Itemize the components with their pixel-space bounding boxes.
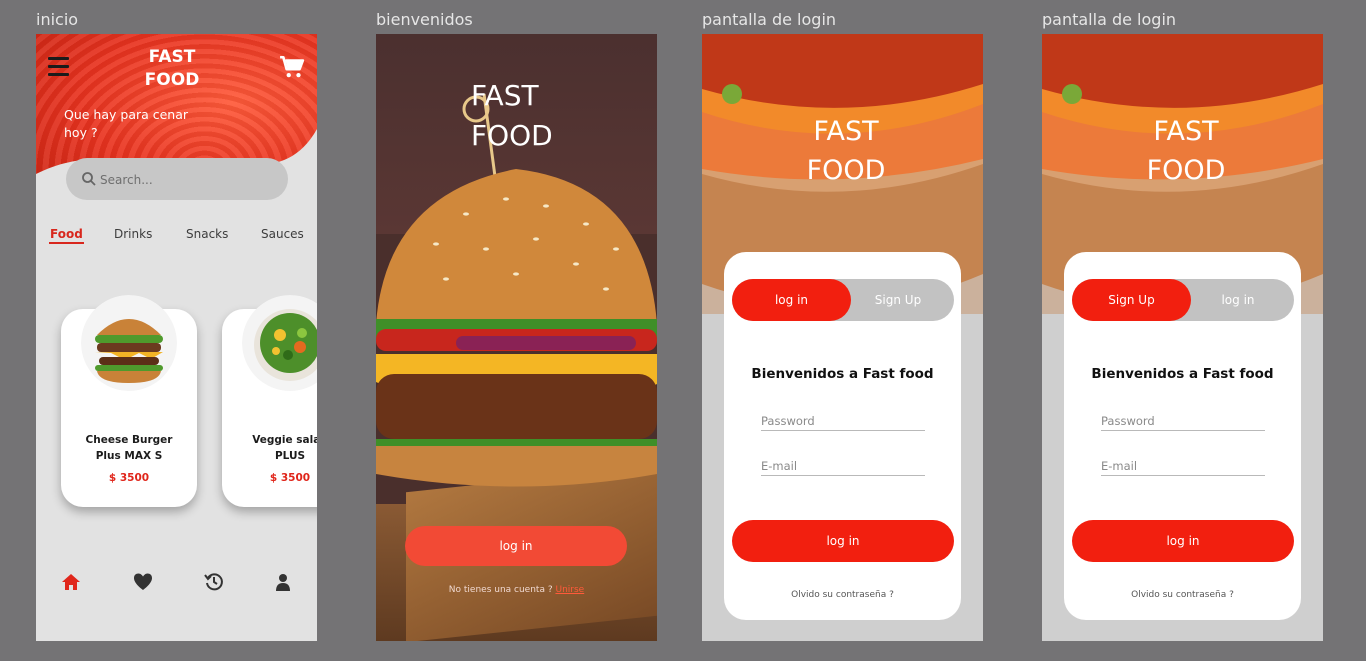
- header-subtitle: Que hay para cenar hoy ?: [64, 107, 189, 140]
- forgot-password-link[interactable]: Olvido su contraseña ?: [1064, 590, 1301, 600]
- home-icon[interactable]: [61, 572, 81, 592]
- screen-inicio: FAST FOOD Que hay para cenar hoy ? Food …: [36, 34, 317, 641]
- login-button[interactable]: log in: [732, 520, 954, 562]
- screen-login-signup: FAST FOOD Sign Up log in Bienvenidos a F…: [1042, 34, 1323, 641]
- login-button[interactable]: log in: [405, 526, 627, 566]
- signup-prompt-text: No tienes una cuenta ?: [448, 585, 553, 595]
- frame-label-inicio: inicio: [36, 10, 79, 29]
- frame-label-login: pantalla de login: [702, 10, 837, 29]
- app-title: FAST FOOD: [1146, 116, 1226, 186]
- login-card: Sign Up log in Bienvenidos a Fast food l…: [1064, 252, 1301, 620]
- search-icon: [82, 172, 96, 186]
- product-name: Cheese Burger Plus MAX S: [85, 434, 173, 462]
- product-price: $ 3500: [269, 472, 311, 484]
- cart-icon[interactable]: [279, 54, 305, 80]
- bottom-nav: [36, 572, 317, 602]
- salad-image: [242, 295, 317, 391]
- product-price: $ 3500: [108, 472, 150, 484]
- search-input[interactable]: [98, 169, 272, 191]
- signup-link[interactable]: Unirse: [555, 585, 584, 595]
- tab-sauces[interactable]: Sauces: [261, 227, 304, 241]
- welcome-heading: Bienvenidos a Fast food: [1091, 366, 1274, 382]
- tab-food[interactable]: Food: [49, 227, 84, 244]
- frame-label-bienvenidos: bienvenidos: [376, 10, 473, 29]
- history-icon[interactable]: [204, 572, 224, 592]
- menu-icon[interactable]: [48, 57, 69, 77]
- forgot-password-link[interactable]: Olvido su contraseña ?: [724, 590, 961, 600]
- tab-login[interactable]: log in: [1182, 279, 1294, 321]
- product-card[interactable]: Veggie salad PLUS $ 3500: [222, 295, 317, 507]
- tab-drinks[interactable]: Drinks: [114, 227, 152, 241]
- tab-signup[interactable]: Sign Up: [842, 279, 954, 321]
- tab-snacks[interactable]: Snacks: [186, 227, 228, 241]
- app-title: FAST FOOD: [144, 47, 200, 90]
- email-field[interactable]: [1101, 457, 1265, 476]
- category-tabs: Food Drinks Snacks Sauces: [36, 227, 317, 247]
- password-field[interactable]: [761, 412, 925, 431]
- app-title: FAST FOOD: [806, 116, 886, 186]
- auth-toggle: Sign Up log in: [1072, 279, 1294, 321]
- tab-signup[interactable]: Sign Up: [1072, 279, 1191, 321]
- login-card: log in Sign Up Bienvenidos a Fast food l…: [724, 252, 961, 620]
- screen-bienvenidos: FAST FOOD log in No tienes una cuenta ? …: [376, 34, 657, 641]
- heart-icon[interactable]: [133, 572, 153, 592]
- auth-toggle: log in Sign Up: [732, 279, 954, 321]
- screen-login: FAST FOOD log in Sign Up Bienvenidos a F…: [702, 34, 983, 641]
- welcome-heading: Bienvenidos a Fast food: [751, 366, 934, 382]
- product-card[interactable]: Cheese Burger Plus MAX S $ 3500: [61, 295, 197, 507]
- user-icon[interactable]: [273, 572, 293, 592]
- burger-image: [81, 295, 177, 391]
- frame-label-login-2: pantalla de login: [1042, 10, 1177, 29]
- signup-prompt: No tienes una cuenta ? Unirse: [376, 585, 657, 595]
- email-field[interactable]: [761, 457, 925, 476]
- login-button[interactable]: log in: [1072, 520, 1294, 562]
- app-title: FAST FOOD: [471, 79, 553, 152]
- password-field[interactable]: [1101, 412, 1265, 431]
- search-bar[interactable]: [66, 158, 288, 200]
- product-name: Veggie salad PLUS: [252, 434, 317, 462]
- tab-login[interactable]: log in: [732, 279, 851, 321]
